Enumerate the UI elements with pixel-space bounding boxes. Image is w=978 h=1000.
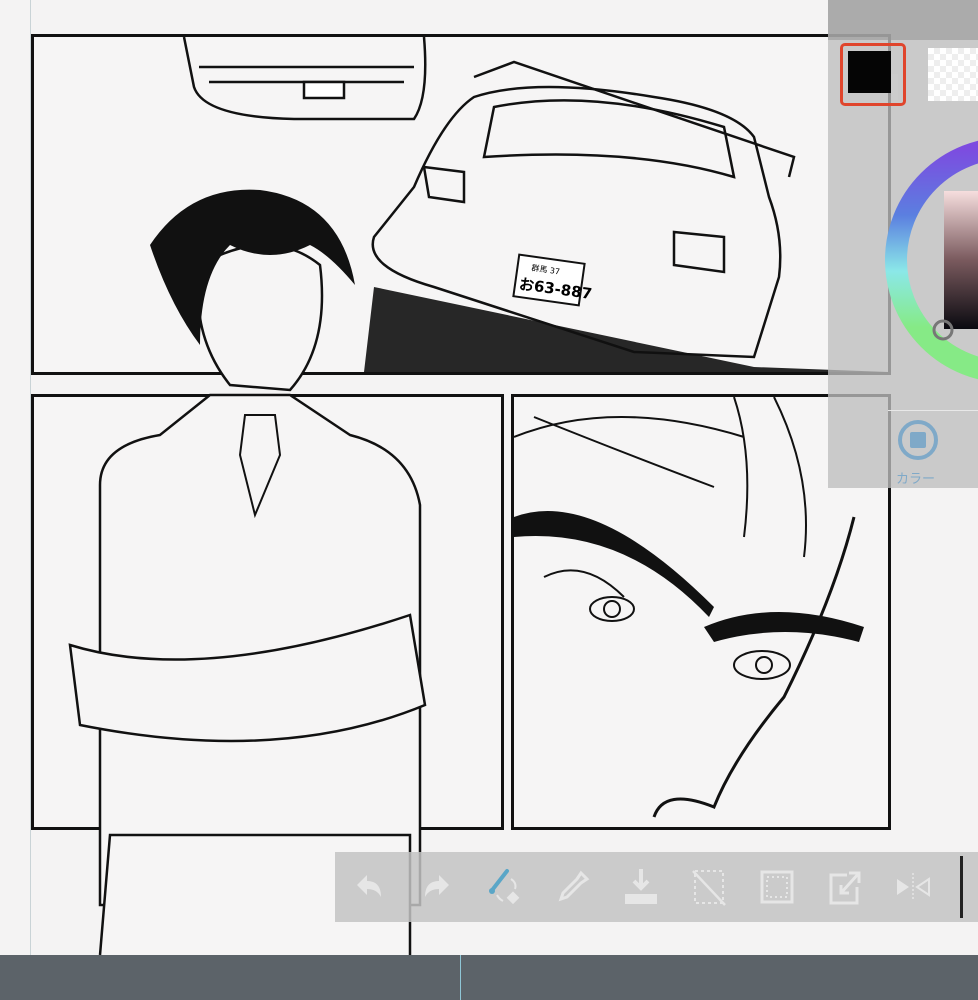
- color-panel: カラー: [828, 0, 978, 488]
- redo-button[interactable]: [403, 857, 471, 917]
- clear-selection-icon: [692, 870, 726, 906]
- select-all-icon: [760, 870, 794, 904]
- color-tab-button[interactable]: [898, 420, 938, 460]
- bottom-bar-marker: [460, 955, 461, 1000]
- quick-toolbar: [335, 852, 978, 922]
- eyedropper-icon: [558, 870, 590, 902]
- color-tab-label: カラー: [896, 472, 936, 487]
- select-all-button[interactable]: [743, 857, 811, 917]
- main-color-swatch[interactable]: [840, 43, 906, 106]
- color-square-icon: [910, 432, 926, 448]
- main-color-chip: [848, 51, 891, 93]
- undo-button[interactable]: [335, 857, 403, 917]
- bottom-bar: [0, 955, 978, 1000]
- flip-horizontal-button[interactable]: [879, 857, 947, 917]
- toolbar-separator: [960, 856, 963, 918]
- color-picker-handle[interactable]: [932, 319, 954, 341]
- color-wheel[interactable]: [873, 125, 978, 395]
- divider: [888, 410, 978, 411]
- brush-eraser-icon: [489, 869, 520, 905]
- fill-button[interactable]: [607, 857, 675, 917]
- redo-icon: [425, 875, 449, 897]
- flip-horizontal-icon: [897, 873, 930, 901]
- transform-button[interactable]: [811, 857, 879, 917]
- saturation-value-square[interactable]: [944, 191, 978, 329]
- undo-icon: [357, 875, 381, 897]
- fill-icon: [625, 869, 657, 904]
- transparent-color-swatch[interactable]: [928, 48, 978, 101]
- brush-eraser-toggle-button[interactable]: [471, 857, 539, 917]
- eyedropper-button[interactable]: [539, 857, 607, 917]
- character-illustration: [68, 189, 427, 955]
- clear-selection-button[interactable]: [675, 857, 743, 917]
- color-panel-header: [828, 0, 978, 40]
- transform-icon: [829, 871, 861, 905]
